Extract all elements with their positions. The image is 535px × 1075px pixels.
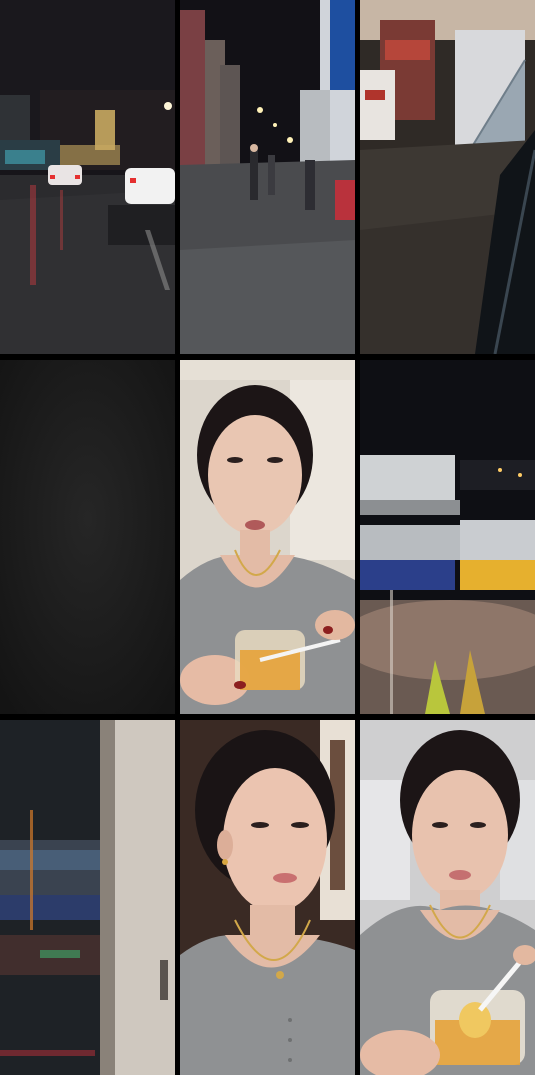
tile-woman-holding-cup bbox=[360, 720, 535, 1075]
tile-dark-frame bbox=[0, 360, 175, 714]
video-collage-grid bbox=[0, 0, 535, 1075]
tile-shop-staircase-sidewalk bbox=[360, 0, 535, 354]
tile-night-street-traffic bbox=[0, 0, 175, 354]
tile-window-reflection-street bbox=[0, 720, 175, 1075]
tile-night-buildings-view bbox=[360, 360, 535, 714]
tile-night-street-pedestrians bbox=[180, 0, 355, 354]
tile-woman-closeup bbox=[180, 720, 355, 1075]
tile-woman-eating-dessert bbox=[180, 360, 355, 714]
